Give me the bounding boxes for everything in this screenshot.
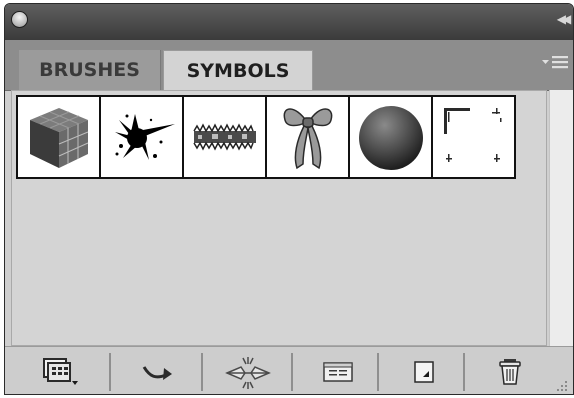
ribbon-bow-symbol[interactable] (265, 95, 350, 179)
cube-symbol[interactable] (16, 95, 101, 179)
sphere-symbol[interactable] (348, 95, 433, 179)
place-symbol-instance-icon[interactable] (117, 352, 195, 392)
symbols-list-area[interactable] (11, 90, 547, 346)
tab-bar: BRUSHES SYMBOLS (5, 40, 573, 91)
symbol-libraries-menu-icon[interactable] (19, 352, 97, 392)
toolbar-separator (109, 353, 111, 391)
symbols-panel: ◀◀ BRUSHES SYMBOLS (4, 3, 574, 395)
toolbar-separator (201, 353, 203, 391)
new-symbol-icon[interactable] (385, 352, 463, 392)
collapse-arrows-icon[interactable]: ◀◀ (553, 10, 571, 28)
tab-symbols[interactable]: SYMBOLS (163, 50, 313, 90)
tab-brushes[interactable]: BRUSHES (19, 50, 161, 90)
resize-grip-icon[interactable] (555, 379, 569, 393)
panel-menu-icon[interactable] (537, 52, 573, 78)
bottom-toolbar (5, 346, 573, 394)
toolbar-separator (377, 353, 379, 391)
break-link-icon[interactable] (209, 352, 287, 392)
toolbar-separator (463, 353, 465, 391)
fuzzy-band-symbol[interactable] (182, 95, 267, 179)
panel-titlebar[interactable]: ◀◀ (5, 4, 573, 41)
delete-symbol-icon[interactable] (471, 352, 549, 392)
splat-symbol[interactable] (99, 95, 184, 179)
toolbar-separator (291, 353, 293, 391)
close-icon[interactable] (11, 11, 28, 28)
frame-corners-symbol[interactable] (431, 95, 516, 179)
symbol-options-icon[interactable] (299, 352, 377, 392)
vertical-scrollbar[interactable] (549, 90, 573, 346)
